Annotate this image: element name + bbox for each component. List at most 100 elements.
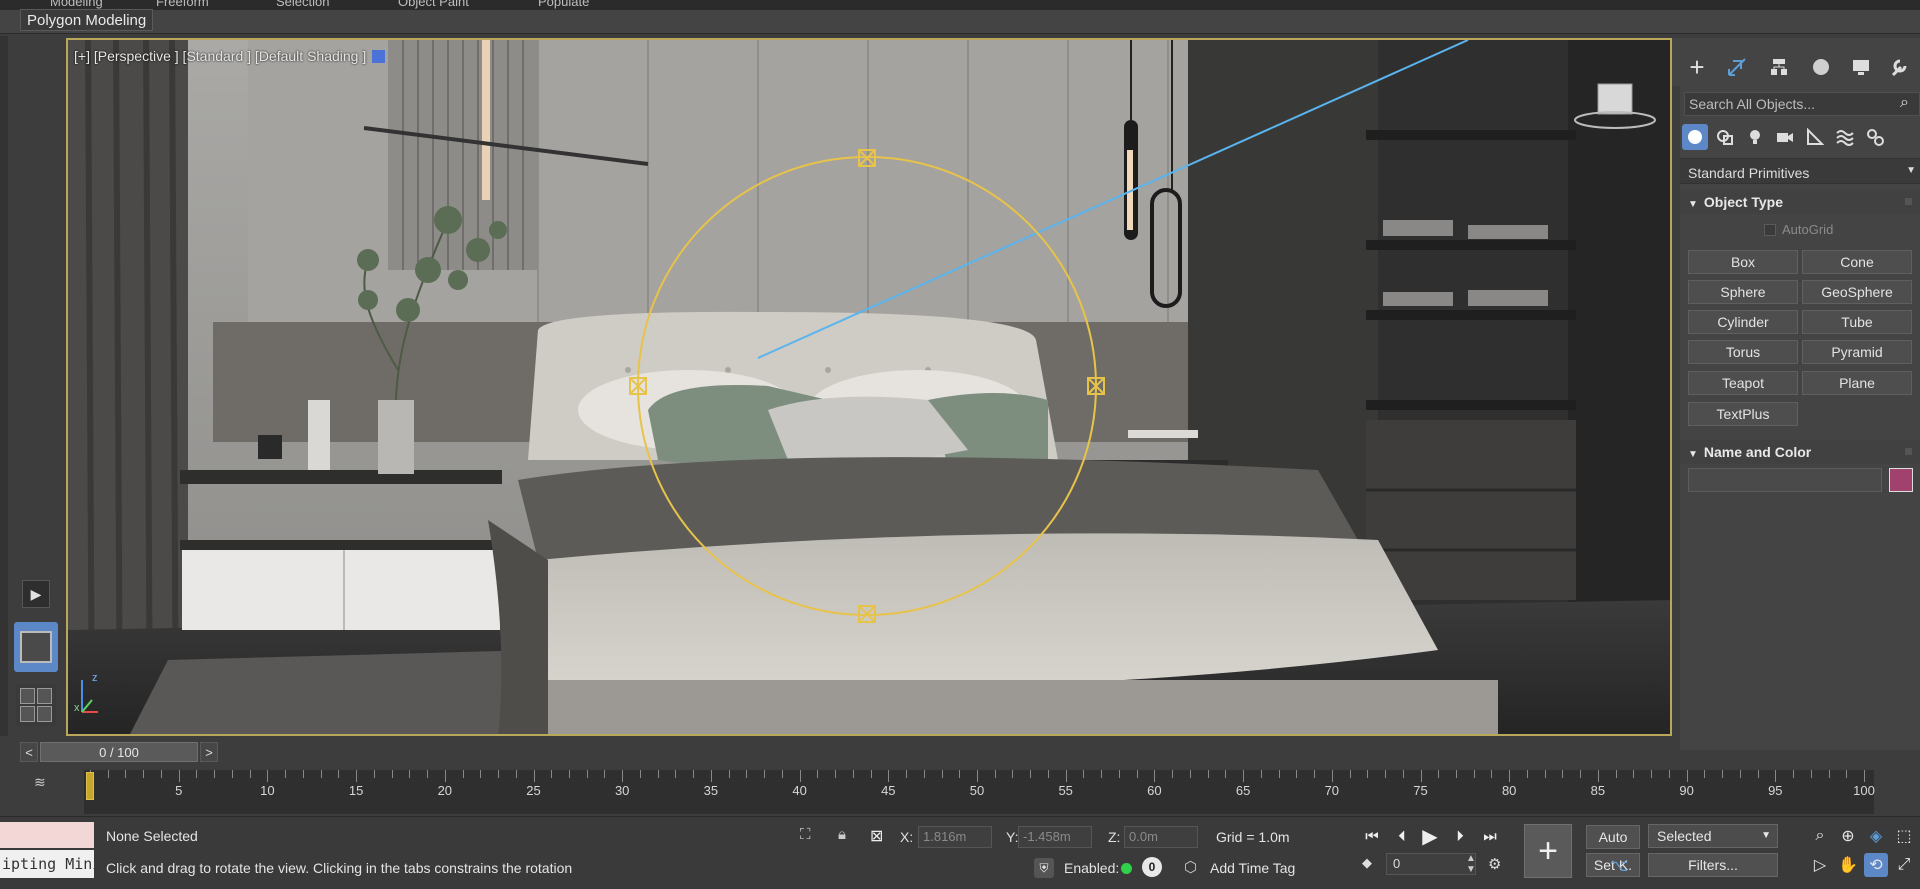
selection-set-dropdown[interactable]: Selected ▼ [1648,824,1778,848]
systems-icon[interactable] [1862,124,1888,150]
viewport-label[interactable]: [+] [Perspective ] [Standard ] [Default … [74,48,386,64]
maximize-viewport-icon[interactable]: ⤢ [1892,853,1916,877]
track-tick-label: 85 [1590,783,1606,798]
zoom-extents-icon[interactable]: ◈ [1864,824,1888,848]
absolute-mode-transform-icon[interactable]: ⊠ [870,826,892,850]
track-tick [1686,770,1688,782]
geometry-icon[interactable] [1682,124,1708,150]
time-slider-prev-button[interactable]: < [20,742,38,762]
track-tick [1828,770,1830,778]
zoom-extents-all-icon[interactable]: ⬚ [1892,824,1916,848]
quad-viewport-layout-button[interactable] [16,684,56,726]
next-frame-icon[interactable]: ⏵ [1446,824,1474,848]
name-and-color-rollout-header[interactable]: ▼ Name and Color [1680,440,1920,464]
selection-lock-icon[interactable]: 🔒︎ [838,826,858,850]
spinner-arrows-icon[interactable]: ▲ ▼ [1466,853,1476,875]
key-filters-icon[interactable]: ⌥ [1610,856,1628,876]
tab-selection[interactable]: Selection [276,0,329,9]
sphere-button[interactable]: Sphere [1688,280,1798,304]
torus-button[interactable]: Torus [1688,340,1798,364]
object-name-input[interactable] [1688,468,1882,492]
autogrid-checkbox[interactable]: AutoGrid [1764,222,1833,237]
enabled-status-dot [1121,863,1132,874]
go-to-start-icon[interactable]: ⏮ [1358,824,1386,848]
track-tick [1455,770,1457,778]
play-icon[interactable]: ▶ [1416,824,1444,848]
geosphere-button[interactable]: GeoSphere [1802,280,1912,304]
shapes-icon[interactable] [1712,124,1738,150]
enabled-count-badge[interactable]: 0 [1142,857,1162,877]
cone-button[interactable]: Cone [1802,250,1912,274]
isolate-selection-icon[interactable]: ⛶ [800,826,826,850]
track-bar[interactable]: 0510152025303540455055606570758085909510… [84,770,1875,814]
z-coord-input[interactable]: 0.0m [1124,826,1198,848]
track-tick [1367,770,1369,778]
maxscript-listener-output[interactable] [0,822,94,848]
perspective-viewport[interactable]: [+] [Perspective ] [Standard ] [Default … [66,38,1672,736]
adaptive-degradation-icon[interactable]: ⛨ [1034,858,1054,878]
track-tick-label: 75 [1413,783,1428,798]
tab-object-paint[interactable]: Object Paint [398,0,469,9]
teapot-button[interactable]: Teapot [1688,371,1798,395]
current-frame-marker[interactable] [86,772,94,800]
time-slider-next-button[interactable]: > [200,742,218,762]
track-tick-label: 30 [614,783,630,798]
zoom-icon[interactable]: ⌕ [1808,824,1832,848]
object-type-rollout-header[interactable]: ▼ Object Type [1680,190,1920,214]
x-coord-input[interactable]: 1.816m [918,826,992,848]
key-filters-button[interactable]: Filters... [1648,853,1778,877]
create-icon[interactable]: + [1684,52,1710,82]
track-tick [906,770,908,778]
track-tick [1225,770,1227,778]
orbit-icon[interactable]: ⟲ [1864,853,1888,877]
add-time-tag-button[interactable]: Add Time Tag [1210,860,1295,876]
single-viewport-layout-button[interactable] [14,622,58,672]
time-configuration-icon[interactable]: ⚙ [1488,855,1501,873]
tube-button[interactable]: Tube [1802,310,1912,334]
search-icon[interactable]: ⌕ [1900,94,1909,112]
track-tick [1704,770,1706,778]
curve-editor-icon[interactable]: ≋ [34,774,46,791]
current-frame-spinner[interactable]: 0 [1386,853,1476,875]
utilities-icon[interactable] [1886,54,1912,80]
object-category-dropdown[interactable]: Standard Primitives ▼ [1680,158,1920,184]
cylinder-button[interactable]: Cylinder [1688,310,1798,334]
textplus-button[interactable]: TextPlus [1688,402,1798,426]
hierarchy-icon[interactable] [1766,54,1792,80]
track-tick [1420,770,1422,782]
polygon-modeling-label[interactable]: Polygon Modeling [20,9,154,31]
search-all-objects-input[interactable] [1684,92,1920,116]
previous-frame-icon[interactable]: ⏴ [1388,824,1416,848]
track-tick [1047,770,1049,778]
rollout-pin-icon [1905,448,1912,455]
field-of-view-icon[interactable]: ▷ [1808,853,1832,877]
lights-icon[interactable] [1742,124,1768,150]
set-keys-button[interactable]: + [1524,824,1572,878]
time-slider-frame-counter[interactable]: 0 / 100 [40,742,198,762]
object-color-swatch[interactable] [1889,468,1913,492]
y-coord-input[interactable]: -1.458m [1018,826,1092,848]
key-mode-toggle-icon[interactable]: ◆ [1362,855,1372,871]
track-tick [1491,770,1493,778]
tab-populate[interactable]: Populate [538,0,589,9]
expand-layout-icon[interactable]: ▶ [22,580,50,608]
tab-modeling[interactable]: Modeling [50,0,103,9]
display-icon[interactable] [1848,54,1874,80]
go-to-end-icon[interactable]: ⏭ [1476,824,1504,848]
tab-freeform[interactable]: Freeform [156,0,209,9]
zoom-all-icon[interactable]: ⊕ [1836,824,1860,848]
plane-button[interactable]: Plane [1802,371,1912,395]
viewport-label-text[interactable]: [+] [Perspective ] [Standard ] [Default … [74,48,366,64]
space-warps-icon[interactable] [1832,124,1858,150]
auto-key-button[interactable]: Auto [1586,825,1640,849]
maxscript-mini-listener[interactable]: ipting Mini [0,850,94,878]
motion-icon[interactable] [1808,54,1834,80]
pyramid-button[interactable]: Pyramid [1802,340,1912,364]
helpers-icon[interactable] [1802,124,1828,150]
track-tick [1118,770,1120,778]
modify-icon[interactable] [1724,54,1750,80]
pan-view-icon[interactable]: ✋ [1836,853,1860,877]
track-tick [1562,770,1564,778]
box-button[interactable]: Box [1688,250,1798,274]
cameras-icon[interactable] [1772,124,1798,150]
